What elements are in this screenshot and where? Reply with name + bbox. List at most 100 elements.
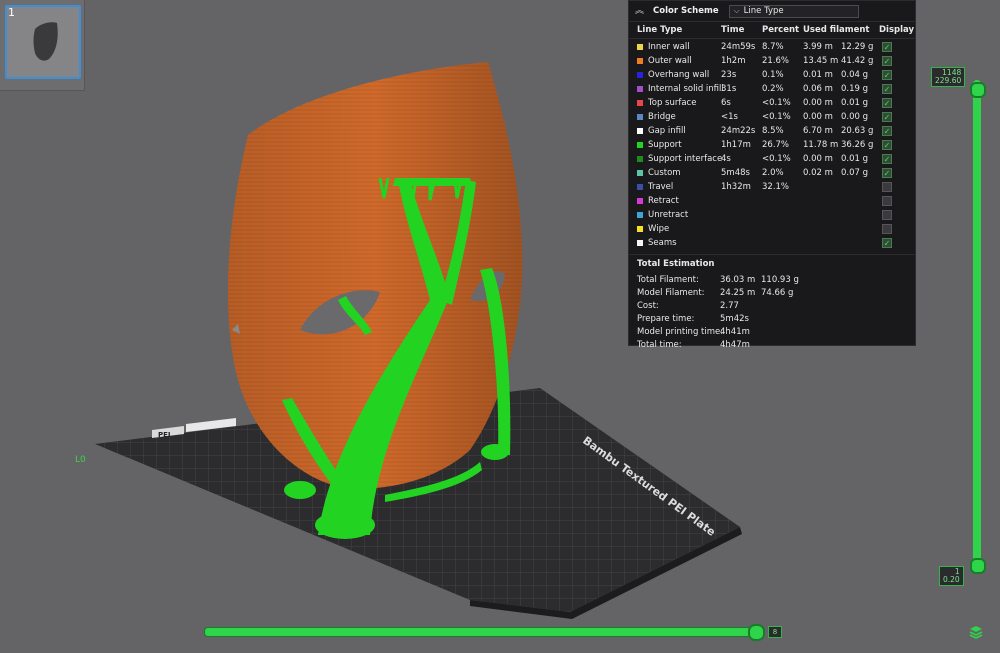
total-label: Total time:	[637, 340, 682, 350]
row-name: Inner wall	[648, 42, 690, 52]
row-time: 23s	[721, 70, 737, 80]
row-name: Wipe	[648, 224, 670, 234]
total-value-2: 110.93 g	[761, 275, 799, 285]
display-checkbox[interactable]: ✓	[882, 70, 892, 80]
row-percent: 8.7%	[762, 42, 784, 52]
axis-label: L0	[75, 455, 86, 465]
display-checkbox[interactable]	[882, 224, 892, 234]
legend-row: Overhang wall 23s 0.1% 0.01 m 0.04 g ✓	[629, 68, 915, 82]
swatch-icon	[637, 212, 643, 218]
row-name: Gap infill	[648, 126, 686, 136]
display-checkbox[interactable]: ✓	[882, 238, 892, 248]
row-name: Retract	[648, 196, 679, 206]
top-layer-height: 229.60	[935, 76, 962, 85]
row-name: Top surface	[648, 98, 697, 108]
model-thumbnail-icon	[33, 22, 58, 61]
total-label: Model printing time:	[637, 327, 724, 337]
legend-row: Top surface 6s <0.1% 0.00 m 0.01 g ✓	[629, 96, 915, 110]
total-label: Total Filament:	[637, 275, 699, 285]
layer-slider-top-handle[interactable]	[970, 82, 986, 98]
top-layer-label: 1148 229.60	[931, 67, 966, 87]
display-checkbox[interactable]: ✓	[882, 168, 892, 178]
legend-row: Internal solid infill 31s 0.2% 0.06 m 0.19 g…	[629, 82, 915, 96]
total-value-2: 74.66 g	[761, 288, 794, 298]
row-length: 0.00 m	[803, 98, 833, 108]
plate-number: 1	[8, 6, 15, 19]
row-name: Internal solid infill	[648, 84, 724, 94]
swatch-icon	[637, 142, 643, 148]
total-row: Total Filament: 36.03 m 110.93 g	[629, 273, 915, 286]
row-time: <1s	[721, 112, 738, 122]
legend-row: Unretract	[629, 208, 915, 222]
row-time: 31s	[721, 84, 737, 94]
row-percent: <0.1%	[762, 98, 791, 108]
total-row: Prepare time: 5m42s	[629, 312, 915, 325]
row-weight: 12.29 g	[841, 42, 874, 52]
display-checkbox[interactable]	[882, 182, 892, 192]
total-value: 4h47m	[720, 340, 750, 350]
row-name: Seams	[648, 238, 677, 248]
swatch-icon	[637, 44, 643, 50]
chevron-down-icon: ⌵	[733, 6, 740, 15]
row-time: 1h17m	[721, 140, 751, 150]
row-percent: 21.6%	[762, 56, 790, 66]
swatch-icon	[637, 128, 643, 134]
layer-slider-bottom-handle[interactable]	[970, 558, 986, 574]
color-scheme-legend: ︽ Color Scheme ⌵ Line Type Line Type Tim…	[628, 0, 916, 350]
total-value: 36.03 m	[720, 275, 756, 285]
row-time: 1h2m	[721, 56, 746, 66]
row-time: 4s	[721, 154, 731, 164]
row-length: 6.70 m	[803, 126, 833, 136]
legend-row: Support interface 4s <0.1% 0.00 m 0.01 g ✓	[629, 152, 915, 166]
row-percent: 26.7%	[762, 140, 790, 150]
row-percent: <0.1%	[762, 112, 791, 122]
row-weight: 36.26 g	[841, 140, 874, 150]
layers-icon[interactable]	[968, 624, 984, 640]
display-checkbox[interactable]	[882, 196, 892, 206]
display-checkbox[interactable]: ✓	[882, 112, 892, 122]
row-percent: <0.1%	[762, 154, 791, 164]
view-type-select[interactable]: ⌵ Line Type	[728, 4, 859, 18]
row-name: Bridge	[648, 112, 676, 122]
row-name: Travel	[648, 182, 674, 192]
legend-row: Custom 5m48s 2.0% 0.02 m 0.07 g ✓	[629, 166, 915, 180]
collapse-icon[interactable]: ︽	[635, 4, 649, 18]
move-slider-handle[interactable]	[748, 624, 765, 641]
row-time: 1h32m	[721, 182, 751, 192]
row-length: 0.06 m	[803, 84, 833, 94]
plate-corner-tag: PEI	[158, 431, 171, 439]
row-weight: 0.19 g	[841, 84, 869, 94]
plate-thumbnail[interactable]	[5, 5, 81, 79]
swatch-icon	[637, 86, 643, 92]
row-weight: 0.00 g	[841, 112, 869, 122]
total-label: Cost:	[637, 301, 659, 311]
swatch-icon	[637, 114, 643, 120]
display-checkbox[interactable]: ✓	[882, 140, 892, 150]
display-checkbox[interactable]: ✓	[882, 98, 892, 108]
legend-row: Bridge <1s <0.1% 0.00 m 0.00 g ✓	[629, 110, 915, 124]
display-checkbox[interactable]: ✓	[882, 84, 892, 94]
swatch-icon	[637, 170, 643, 176]
col-line-type: Line Type	[637, 25, 683, 35]
row-weight: 0.01 g	[841, 98, 869, 108]
display-checkbox[interactable]: ✓	[882, 56, 892, 66]
row-length: 0.01 m	[803, 70, 833, 80]
row-time: 24m22s	[721, 126, 756, 136]
swatch-icon	[637, 100, 643, 106]
row-name: Overhang wall	[648, 70, 710, 80]
display-checkbox[interactable]: ✓	[882, 42, 892, 52]
legend-row: Travel 1h32m 32.1%	[629, 180, 915, 194]
total-value: 4h41m	[720, 327, 750, 337]
layer-slider-track[interactable]	[973, 80, 981, 570]
display-checkbox[interactable]: ✓	[882, 126, 892, 136]
row-time: 5m48s	[721, 168, 750, 178]
row-weight: 20.63 g	[841, 126, 874, 136]
display-checkbox[interactable]	[882, 210, 892, 220]
row-length: 0.00 m	[803, 112, 833, 122]
row-name: Support interface	[648, 154, 723, 164]
total-label: Model Filament:	[637, 288, 705, 298]
display-checkbox[interactable]: ✓	[882, 154, 892, 164]
bottom-layer-label: 1 0.20	[939, 566, 964, 586]
move-slider-track[interactable]	[204, 627, 760, 637]
legend-row: Wipe	[629, 222, 915, 236]
